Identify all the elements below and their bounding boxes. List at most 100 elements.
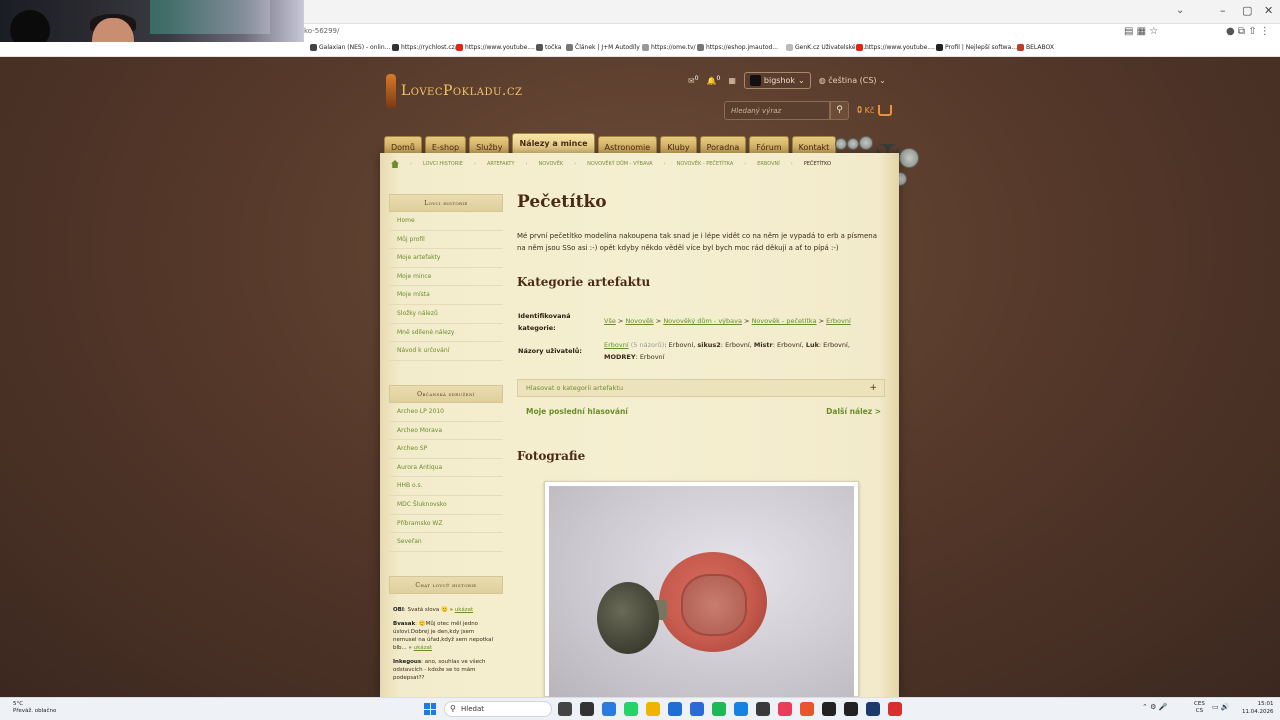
minimize-button[interactable]: –	[1220, 4, 1226, 17]
language-selector[interactable]: ◍ čeština (CS) ⌄	[819, 76, 886, 85]
sidebar-link[interactable]: Archeo Morava	[389, 422, 503, 441]
artifact-photo[interactable]	[544, 481, 859, 698]
taskbar-app-icon[interactable]	[668, 702, 682, 716]
breadcrumb-link[interactable]: Artefakty	[487, 161, 515, 167]
bell-icon[interactable]: 🔔0	[707, 75, 721, 86]
header-user-tools: ✉0 🔔0 ▦ bigshok ⌄ ◍ čeština (CS) ⌄	[688, 72, 886, 89]
sidebar-link[interactable]: Mně sdílené nálezy	[389, 324, 503, 343]
sidebar-title: Chat lovců historie	[389, 576, 503, 594]
search-input[interactable]: Hledaný výraz	[724, 101, 830, 120]
mail-icon[interactable]: ✉0	[688, 75, 699, 86]
sidebar-link[interactable]: Archeo LP 2010	[389, 403, 503, 422]
taskbar-app-icon[interactable]	[734, 702, 748, 716]
maximize-button[interactable]: ▢	[1242, 4, 1252, 17]
vote-bar-label: Hlasovat o kategorii artefaktu	[526, 384, 624, 392]
close-button[interactable]: ✕	[1264, 4, 1273, 17]
category-link[interactable]: Vše	[604, 317, 616, 325]
reader-icons[interactable]: ▤ ▦ ☆	[1124, 26, 1158, 37]
chat-user[interactable]: OBI	[393, 607, 404, 613]
sidebar-link[interactable]: Moje mince	[389, 268, 503, 287]
taskbar-app-icon[interactable]	[580, 702, 594, 716]
chat-show-link[interactable]: ukázat	[455, 607, 473, 613]
taskbar-app-icon[interactable]	[690, 702, 704, 716]
address-bar[interactable]: ko-56299/ ▤ ▦ ☆ ● ⧉ ⇧ ⋮	[304, 24, 1280, 42]
treasure-icon[interactable]: ▦	[728, 76, 736, 85]
bookmark-label: Galaxian (NES) - onlin...	[319, 44, 391, 51]
taskbar-app-icon[interactable]	[866, 702, 880, 716]
bookmark-item[interactable]: https://rychlost.cz/	[392, 44, 457, 51]
sidebar-link[interactable]: Moje místa	[389, 286, 503, 305]
sidebar-link[interactable]: Aurora Antiqua	[389, 459, 503, 478]
sidebar-link[interactable]: Seveřan	[389, 533, 503, 552]
input-language[interactable]: CES CS	[1194, 701, 1205, 715]
sidebar-link[interactable]: Home	[389, 212, 503, 231]
opinion-category-link[interactable]: Erbovní	[604, 341, 629, 349]
sidebar-link[interactable]: Příbramsko WZ	[389, 515, 503, 534]
breadcrumb-link[interactable]: Novověk - pečetítka	[677, 161, 734, 167]
taskbar-search[interactable]: ⚲ Hledat	[444, 701, 552, 717]
my-votes-link[interactable]: Moje poslední hlasování	[526, 407, 628, 416]
taskbar-app-icon[interactable]	[778, 702, 792, 716]
system-tray[interactable]: ⌃ ⚙ 🎤	[1142, 703, 1167, 711]
user-opinions-label: Názory uživatelů:	[518, 347, 583, 355]
bookmark-item[interactable]: https://eshop.jmautod...	[697, 44, 778, 51]
taskbar-app-icon[interactable]	[822, 702, 836, 716]
breadcrumb-link[interactable]: Erbovní	[757, 161, 779, 167]
sidebar-link[interactable]: Moje artefakty	[389, 249, 503, 268]
bookmark-item[interactable]: BELABOX	[1017, 44, 1054, 51]
sidebar-link[interactable]: Archeo SP	[389, 440, 503, 459]
taskbar-app-icon[interactable]	[844, 702, 858, 716]
opinion-value: Erbovní	[777, 341, 802, 349]
taskbar-app-icon[interactable]	[756, 702, 770, 716]
chat-user[interactable]: Inkegous	[393, 659, 421, 665]
breadcrumb-link[interactable]: Novověk	[539, 161, 564, 167]
bookmark-item[interactable]: točka	[536, 44, 561, 51]
breadcrumb-link[interactable]: Novověký dům - výbava	[587, 161, 652, 167]
sidebar-link[interactable]: Složky nálezů	[389, 305, 503, 324]
taskbar-app-icon[interactable]	[712, 702, 726, 716]
clock[interactable]: 15:01 11.04.2026	[1242, 700, 1274, 716]
extension-icons[interactable]: ● ⧉ ⇧ ⋮	[1226, 26, 1270, 37]
url-text[interactable]: ko-56299/	[304, 27, 339, 35]
sidebar-link[interactable]: Můj profil	[389, 231, 503, 250]
opinion-user: MODREY	[604, 353, 636, 361]
taskbar-app-icon[interactable]	[888, 702, 902, 716]
bookmark-item[interactable]: Článek | J+M Autodíly	[566, 44, 640, 51]
taskbar-app-icon[interactable]	[558, 702, 572, 716]
category-heading: Kategorie artefaktu	[517, 275, 651, 289]
bookmark-favicon-icon	[697, 44, 704, 51]
tray-icons[interactable]: ▭ 🔊	[1212, 703, 1230, 711]
bookmark-item[interactable]: https://ome.tv/	[642, 44, 696, 51]
category-link[interactable]: Novověký dům - výbava	[663, 317, 742, 325]
cart-button[interactable]: 0 Kč	[857, 105, 893, 116]
vote-category-bar[interactable]: Hlasovat o kategorii artefaktu +	[517, 379, 885, 397]
search-icon[interactable]: ⚲	[830, 101, 849, 120]
bookmark-item[interactable]: Profil | Nejlepší softwa...	[936, 44, 1017, 51]
breadcrumb-link[interactable]: Lovci historie	[423, 161, 463, 167]
site-logo[interactable]: LovecPokladu.cz	[386, 74, 522, 108]
next-find-link[interactable]: Další nález >	[826, 407, 881, 416]
tab-list-icon[interactable]: ⌄	[1176, 5, 1184, 16]
weather-widget[interactable]: 5°C Převáž. oblačno	[13, 701, 56, 715]
start-button[interactable]	[424, 703, 436, 715]
bookmark-item[interactable]: https://www.youtube....	[856, 44, 935, 51]
taskbar-app-icon[interactable]	[624, 702, 638, 716]
category-link[interactable]: Novověk	[625, 317, 653, 325]
breadcrumb-separator: ›	[410, 161, 412, 167]
category-link[interactable]: Erbovní	[826, 317, 851, 325]
sidebar-link[interactable]: MDC Šluknovsko	[389, 496, 503, 515]
taskbar-app-icon[interactable]	[800, 702, 814, 716]
taskbar-app-icon[interactable]	[602, 702, 616, 716]
user-menu-button[interactable]: bigshok ⌄	[743, 72, 811, 89]
sidebar-link[interactable]: Návod k určování	[389, 342, 503, 361]
chat-text: : Svatá slova 🙂 »	[403, 607, 454, 613]
bookmark-item[interactable]: https://www.youtube....	[456, 44, 535, 51]
expand-plus-icon[interactable]: +	[869, 383, 877, 393]
bookmark-item[interactable]: Galaxian (NES) - onlin...	[310, 44, 390, 51]
chat-user[interactable]: Bvasak	[393, 621, 415, 627]
home-icon[interactable]	[391, 160, 399, 168]
chat-show-link[interactable]: ukázat	[414, 645, 432, 651]
taskbar-app-icon[interactable]	[646, 702, 660, 716]
category-link[interactable]: Novověk - pečetítka	[752, 317, 817, 325]
sidebar-link[interactable]: HHB o.s.	[389, 477, 503, 496]
